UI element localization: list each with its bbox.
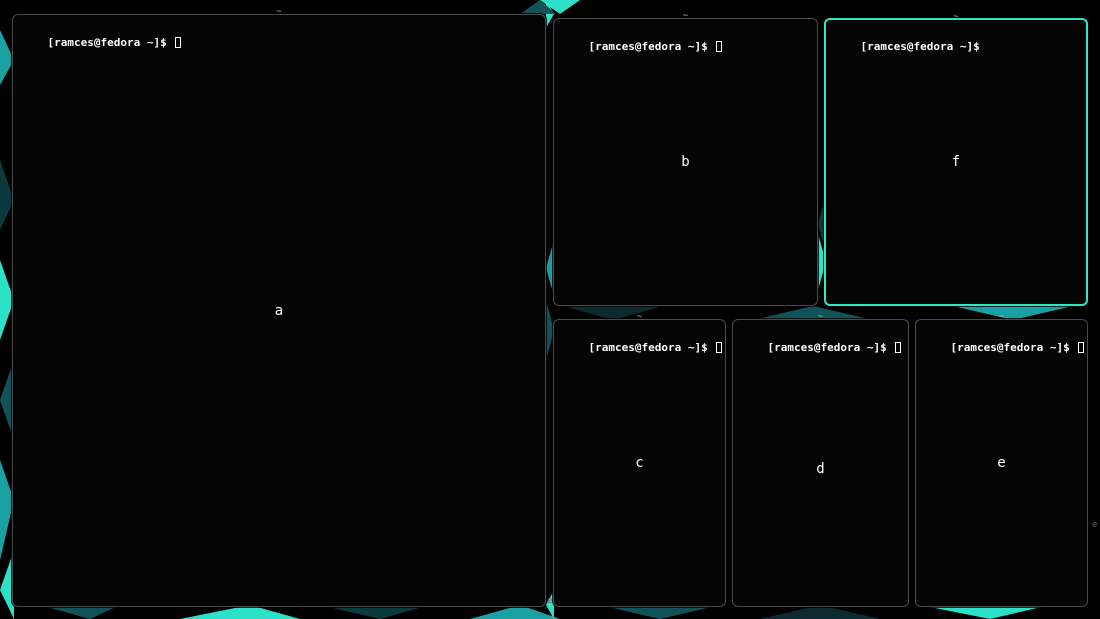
edge-glyph: e — [547, 596, 552, 606]
terminal-window-e[interactable]: ~ [ramces@fedora ~]$ e — [915, 319, 1088, 607]
edge-glyph: e — [1092, 520, 1097, 530]
terminal-window-a[interactable]: ~ [ramces@fedora ~]$ a — [12, 14, 546, 607]
cursor-icon — [1078, 342, 1084, 353]
terminal-body-e[interactable]: [ramces@fedora ~]$ — [916, 320, 1087, 606]
terminal-body-c[interactable]: [ramces@fedora ~]$ — [554, 320, 725, 606]
terminal-window-f[interactable]: ~ [ramces@fedora ~]$ f — [824, 18, 1088, 306]
prompt-text: [ramces@fedora ~]$ — [861, 40, 980, 53]
terminal-body-d[interactable]: [ramces@fedora ~]$ — [733, 320, 908, 606]
terminal-body-b[interactable]: [ramces@fedora ~]$ — [554, 19, 817, 305]
prompt-text: [ramces@fedora ~]$ — [951, 341, 1070, 354]
prompt-text: [ramces@fedora ~]$ — [48, 36, 167, 49]
cursor-icon — [716, 41, 722, 52]
terminal-window-c[interactable]: ~ [ramces@fedora ~]$ c — [553, 319, 726, 607]
prompt-text: [ramces@fedora ~]$ — [589, 40, 708, 53]
prompt-text: [ramces@fedora ~]$ — [589, 341, 708, 354]
cursor-icon — [895, 342, 901, 353]
cursor-icon — [175, 37, 181, 48]
terminal-window-d[interactable]: ~ [ramces@fedora ~]$ d — [732, 319, 909, 607]
terminal-window-b[interactable]: ~ [ramces@fedora ~]$ b — [553, 18, 818, 306]
terminal-body-f[interactable]: [ramces@fedora ~]$ — [826, 20, 1086, 304]
cursor-icon — [716, 342, 722, 353]
prompt-text: [ramces@fedora ~]$ — [768, 341, 887, 354]
terminal-body-a[interactable]: [ramces@fedora ~]$ — [13, 15, 545, 606]
